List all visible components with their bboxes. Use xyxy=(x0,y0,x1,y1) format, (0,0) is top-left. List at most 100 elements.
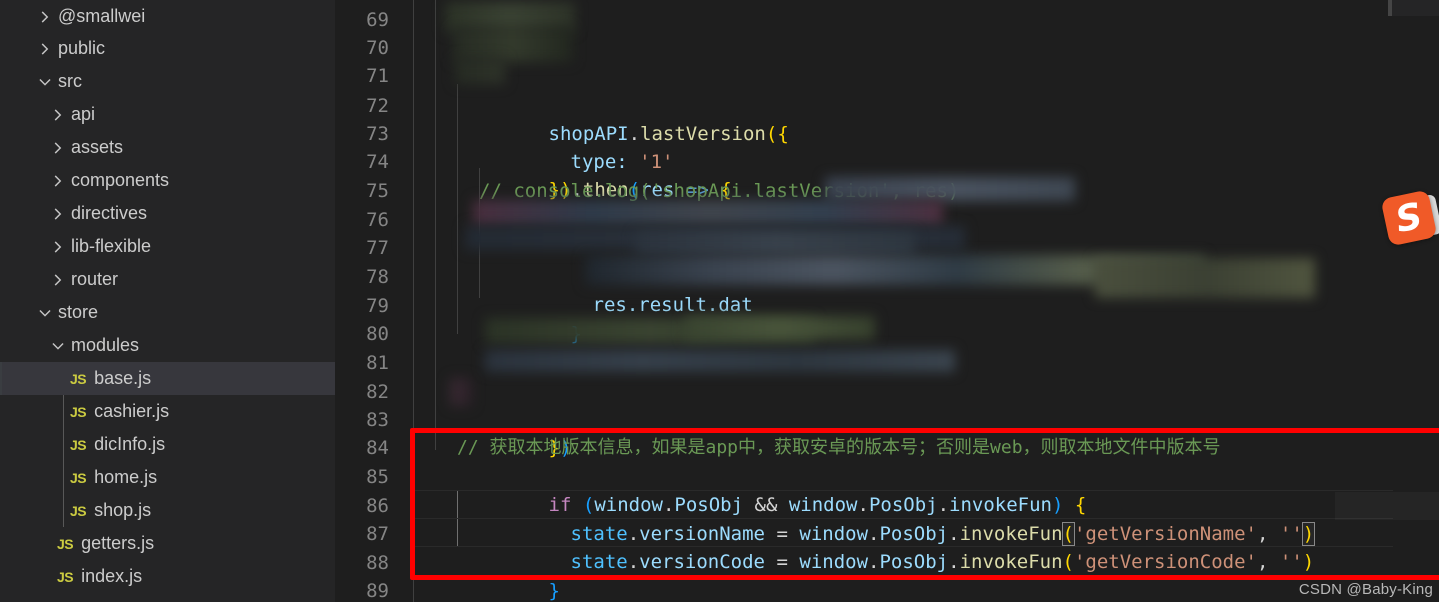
token-rparen: ) xyxy=(1302,551,1315,573)
sidebar-item-store[interactable]: store xyxy=(0,296,335,329)
chevron-right-icon[interactable] xyxy=(49,205,67,223)
line-number: 86 xyxy=(366,495,389,517)
sidebar-item-label: getters.js xyxy=(81,533,155,553)
sidebar-item-public[interactable]: public xyxy=(0,32,335,65)
line-number: 83 xyxy=(366,409,389,431)
sidebar-item-modules[interactable]: modules xyxy=(0,329,335,362)
chevron-right-icon[interactable] xyxy=(49,271,67,289)
token-rbrace: } xyxy=(548,580,560,602)
code-content[interactable]: 69 70 71 72 73 74 75 76 77 78 79 80 81 8… xyxy=(335,0,1439,602)
chevron-down-icon[interactable] xyxy=(36,304,54,322)
token-lparen: ( xyxy=(765,123,778,145)
sidebar-item-cashier-js[interactable]: JS cashier.js xyxy=(0,395,335,428)
token-lbrace: { xyxy=(777,123,789,145)
line-number: 88 xyxy=(366,552,389,574)
sidebar-item-label: shop.js xyxy=(94,500,152,520)
chevron-right-icon[interactable] xyxy=(49,172,67,190)
code-line-79[interactable]: } xyxy=(479,292,582,345)
chevron-down-icon[interactable] xyxy=(36,73,54,91)
line-number: 84 xyxy=(366,437,389,459)
sidebar-item-directives[interactable]: directives xyxy=(0,197,335,230)
code-line-87[interactable]: state.versionCode = window.PosObj.invoke… xyxy=(479,520,1315,573)
sidebar-item-label: base.js xyxy=(94,368,152,388)
code-line-85[interactable]: if (window.PosObj && window.PosObj.invok… xyxy=(457,463,1087,516)
js-file-icon: JS xyxy=(57,535,74,552)
sidebar-item-label: components xyxy=(71,170,170,190)
line-number: 71 xyxy=(366,65,389,87)
code-line-88[interactable]: } xyxy=(457,549,560,602)
chevron-right-icon[interactable] xyxy=(36,8,54,26)
sidebar-item-getters-js[interactable]: JS getters.js xyxy=(0,527,335,560)
sidebar-item-components[interactable]: components xyxy=(0,164,335,197)
sidebar-item-lib-flexible[interactable]: lib-flexible xyxy=(0,230,335,263)
sidebar-item-label: directives xyxy=(71,203,148,223)
vscode-window: @smallwei public src api assets componen… xyxy=(0,0,1439,602)
logo-letter-s: S xyxy=(1392,195,1426,241)
sidebar-item-label: lib-flexible xyxy=(71,236,152,256)
js-file-icon: JS xyxy=(70,370,87,387)
sidebar-item-api[interactable]: api xyxy=(0,98,335,131)
sidebar-item-label: public xyxy=(58,38,106,58)
chevron-down-icon[interactable] xyxy=(49,337,67,355)
line-number: 79 xyxy=(366,295,389,317)
token-comma: , xyxy=(1257,551,1269,573)
sidebar-item-dicinfo-js[interactable]: JS dicInfo.js xyxy=(0,428,335,461)
sidebar-item-label: src xyxy=(58,71,82,91)
sidebar-item-base-js[interactable]: JS base.js xyxy=(0,362,335,395)
token-res-result-dat: res.result.dat xyxy=(592,294,753,316)
js-file-icon: JS xyxy=(57,568,74,585)
line-number: 72 xyxy=(366,95,389,117)
sidebar-item-smallwei[interactable]: @smallwei xyxy=(0,0,335,33)
code-line-84-comment[interactable]: // 获取本地版本信息，如果是app中，获取安卓的版本号；否则是web，则取本地… xyxy=(457,434,1221,462)
sidebar-item-home-js[interactable]: JS home.js xyxy=(0,461,335,494)
code-line-83[interactable]: }) xyxy=(457,406,572,459)
sidebar-item-router[interactable]: router xyxy=(0,263,335,296)
sogou-ime-logo[interactable]: S xyxy=(1380,189,1439,247)
line-number: 77 xyxy=(366,237,389,259)
chevron-right-icon[interactable] xyxy=(49,238,67,256)
line-number: 70 xyxy=(366,37,389,59)
line-number: 78 xyxy=(366,266,389,288)
sidebar-item-label: home.js xyxy=(94,467,158,487)
code-editor[interactable]: 69 70 71 72 73 74 75 76 77 78 79 80 81 8… xyxy=(335,0,1439,602)
chevron-right-icon[interactable] xyxy=(49,139,67,157)
js-file-icon: JS xyxy=(70,436,87,453)
redacted-code-region xyxy=(1095,258,1315,298)
sidebar-item-assets[interactable]: assets xyxy=(0,131,335,164)
sidebar-item-label: modules xyxy=(71,335,140,355)
redacted-code-region xyxy=(453,26,573,62)
code-line-73[interactable]: type: '1' xyxy=(479,120,674,173)
line-number: 81 xyxy=(366,352,389,374)
sidebar-item-label: dicInfo.js xyxy=(94,434,166,454)
watermark-text: CSDN @Baby-King xyxy=(1298,581,1433,598)
token-assign: = xyxy=(776,551,788,573)
chevron-right-icon[interactable] xyxy=(49,106,67,124)
explorer-sidebar[interactable]: @smallwei public src api assets componen… xyxy=(0,0,335,602)
chevron-right-icon[interactable] xyxy=(36,40,54,58)
token-posobj: PosObj xyxy=(879,551,949,573)
indent-guide xyxy=(435,0,436,450)
sidebar-item-index-js[interactable]: JS index.js xyxy=(0,560,335,593)
line-highlight xyxy=(1335,492,1439,520)
sidebar-item-label: assets xyxy=(71,137,124,157)
token-window: window xyxy=(799,551,869,573)
code-line-72[interactable]: shopAPI.lastVersion({ xyxy=(457,92,789,145)
token-invokefun: invokeFun xyxy=(959,551,1063,573)
line-number: 74 xyxy=(366,151,389,173)
line-number: 82 xyxy=(366,381,389,403)
js-file-icon: JS xyxy=(70,502,87,519)
code-line-86[interactable]: state.versionName = window.PosObj.invoke… xyxy=(479,492,1316,546)
sidebar-item-label: @smallwei xyxy=(58,6,146,26)
sidebar-item-shop-js[interactable]: JS shop.js xyxy=(0,494,335,527)
sidebar-item-src[interactable]: src xyxy=(0,65,335,98)
line-number: 69 xyxy=(366,9,389,31)
redacted-code-region xyxy=(455,58,505,84)
redacted-code-region xyxy=(485,350,955,372)
token-lparen: ( xyxy=(1062,551,1074,573)
redacted-code-region xyxy=(635,232,915,254)
indent-guide xyxy=(413,0,414,602)
line-number-gutter: 69 70 71 72 73 74 75 76 77 78 79 80 81 8… xyxy=(335,0,405,602)
code-line-74[interactable]: }).then(res => { xyxy=(457,148,732,201)
token-str-empty: '' xyxy=(1279,551,1303,573)
